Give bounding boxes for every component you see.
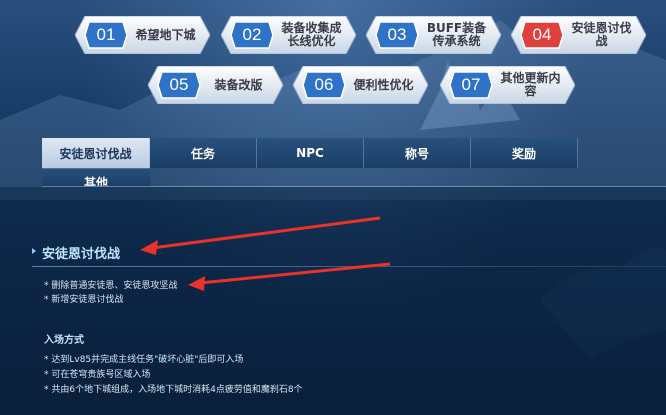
section-divider	[32, 266, 666, 267]
tab-rewards[interactable]: 奖励	[471, 138, 578, 168]
nav-item-number: 01	[96, 25, 116, 44]
nav-item-buff-gear[interactable]: 03 BUFF装备 传承系统	[366, 16, 501, 54]
tab-npc[interactable]: NPC	[257, 138, 364, 168]
nav-item-other-updates[interactable]: 07 其他更新内容	[440, 66, 575, 104]
entry-subhead: 入场方式	[44, 335, 84, 346]
nav-item-number: 07	[461, 75, 481, 94]
page-stage: 01 希望地下城 02 装备收集成 长线优化 03 BUFF装备 传承系统 04 安徒恩讨伐战…	[0, 0, 666, 415]
entry-bullet-item: * 达到Lv85并完成主线任务"破坏心脏"后即可入场	[44, 355, 244, 365]
nav-item-number: 04	[532, 25, 552, 44]
nav-item-hope-dungeon[interactable]: 01 希望地下城	[75, 16, 210, 54]
nav-item-label: 安徒恩讨伐战	[571, 21, 632, 48]
tab-divider	[42, 186, 666, 187]
nav-item-label: 希望地下城	[135, 27, 196, 42]
nav-item-label: 装备收集成 长线优化	[281, 21, 342, 48]
nav-item-label: 便利性优化	[353, 77, 414, 92]
entry-bullet-item: * 共由6个地下城组成，入场地下城时消耗4点疲劳值和魔刹石8个	[44, 385, 303, 395]
tab-quests[interactable]: 任务	[150, 138, 257, 168]
nav-item-label: 装备改版	[214, 77, 263, 92]
nav-item-number: 06	[314, 75, 334, 94]
section-title: 安徒恩讨伐战	[42, 247, 121, 262]
tab-other[interactable]: 其他	[42, 168, 150, 186]
nav-item-label: BUFF装备 传承系统	[426, 21, 487, 48]
nav-item-convenience[interactable]: 06 便利性优化	[293, 66, 428, 104]
nav-item-number: 05	[169, 75, 189, 94]
nav-item-label: 其他更新内容	[500, 71, 561, 98]
nav-item-gear-collection[interactable]: 02 装备收集成 长线优化	[221, 16, 356, 54]
bullet-item: * 删除普通安徒恩、安徒恩攻坚战	[44, 281, 178, 291]
tab-titles[interactable]: 称号	[364, 138, 471, 168]
nav-item-number: 03	[387, 25, 407, 44]
bullet-item: * 新增安徒恩讨伐战	[44, 295, 124, 305]
nav-item-gear-rework[interactable]: 05 装备改版	[148, 66, 283, 104]
tab-anton-raid[interactable]: 安徒恩讨伐战	[42, 138, 150, 168]
nav-item-number: 02	[242, 25, 262, 44]
section-marker-icon	[32, 248, 36, 254]
nav-item-anton-raid[interactable]: 04 安徒恩讨伐战	[511, 16, 646, 54]
entry-bullet-item: * 可在苍穹贵族号区域入场	[44, 370, 151, 380]
